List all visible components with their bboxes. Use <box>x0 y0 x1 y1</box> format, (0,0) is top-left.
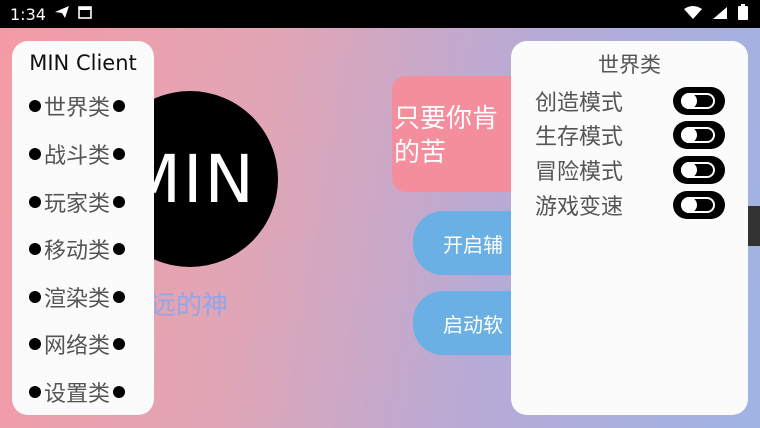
option-label: 游戏变速 <box>535 195 624 220</box>
status-time: 1:34 <box>10 4 46 24</box>
client-title: MIN Client <box>29 51 137 75</box>
bullet-icon <box>29 243 41 255</box>
option-row-survival: 生存模式 <box>535 120 725 150</box>
menu-item-label: 渲染类 <box>44 287 111 312</box>
survival-mode-toggle[interactable] <box>673 121 725 149</box>
menu-item-combat[interactable]: 战斗类 <box>29 139 126 169</box>
signal-icon <box>712 5 728 24</box>
panel-title: 世界类 <box>598 53 661 77</box>
bullet-icon <box>113 148 126 160</box>
bullet-icon <box>29 338 41 350</box>
creative-mode-toggle[interactable] <box>673 87 725 115</box>
menu-item-label: 世界类 <box>44 96 111 121</box>
bird-app-icon <box>54 5 70 23</box>
category-menu: MIN Client 世界类 战斗类 玩家类 移动类 渲染类 网络类 设置类 <box>12 41 154 415</box>
menu-item-movement[interactable]: 移动类 <box>29 234 126 264</box>
status-bar: 1:34 <box>0 0 760 28</box>
menu-item-label: 移动类 <box>44 239 111 264</box>
menu-item-world[interactable]: 世界类 <box>29 91 126 121</box>
launch-label: 启动软 <box>443 312 503 337</box>
bullet-icon <box>113 338 126 350</box>
bullet-icon <box>29 386 41 398</box>
edge-strip <box>748 206 760 246</box>
adventure-mode-toggle[interactable] <box>673 156 725 184</box>
menu-item-label: 战斗类 <box>44 144 111 169</box>
bullet-icon <box>29 100 41 112</box>
game-speed-toggle[interactable] <box>673 191 725 219</box>
option-label: 生存模式 <box>535 125 624 150</box>
wifi-icon <box>684 5 702 24</box>
menu-item-label: 网络类 <box>44 334 111 359</box>
option-row-adventure: 冒险模式 <box>535 155 725 185</box>
bullet-icon <box>29 291 41 303</box>
bullet-icon <box>29 148 41 160</box>
battery-icon <box>738 4 748 24</box>
bullet-icon <box>113 386 126 398</box>
menu-item-settings[interactable]: 设置类 <box>29 377 126 407</box>
world-options-panel: 世界类 创造模式 生存模式 冒险模式 游戏变速 <box>511 41 748 415</box>
option-label: 创造模式 <box>535 91 624 116</box>
calendar-icon <box>78 5 92 23</box>
menu-item-label: 玩家类 <box>44 192 111 217</box>
option-row-speed: 游戏变速 <box>535 190 725 220</box>
bullet-icon <box>113 196 126 208</box>
menu-item-player[interactable]: 玩家类 <box>29 187 126 217</box>
bullet-icon <box>113 291 126 303</box>
menu-item-network[interactable]: 网络类 <box>29 329 126 359</box>
menu-item-render[interactable]: 渲染类 <box>29 282 126 312</box>
option-label: 冒险模式 <box>535 160 624 185</box>
bullet-icon <box>29 196 41 208</box>
subtitle-text: 远的神 <box>150 291 229 321</box>
bullet-icon <box>113 100 126 112</box>
option-row-creative: 创造模式 <box>535 86 725 116</box>
menu-item-label: 设置类 <box>44 382 111 407</box>
bullet-icon <box>113 243 126 255</box>
start-assist-label: 开启辅 <box>443 232 503 257</box>
